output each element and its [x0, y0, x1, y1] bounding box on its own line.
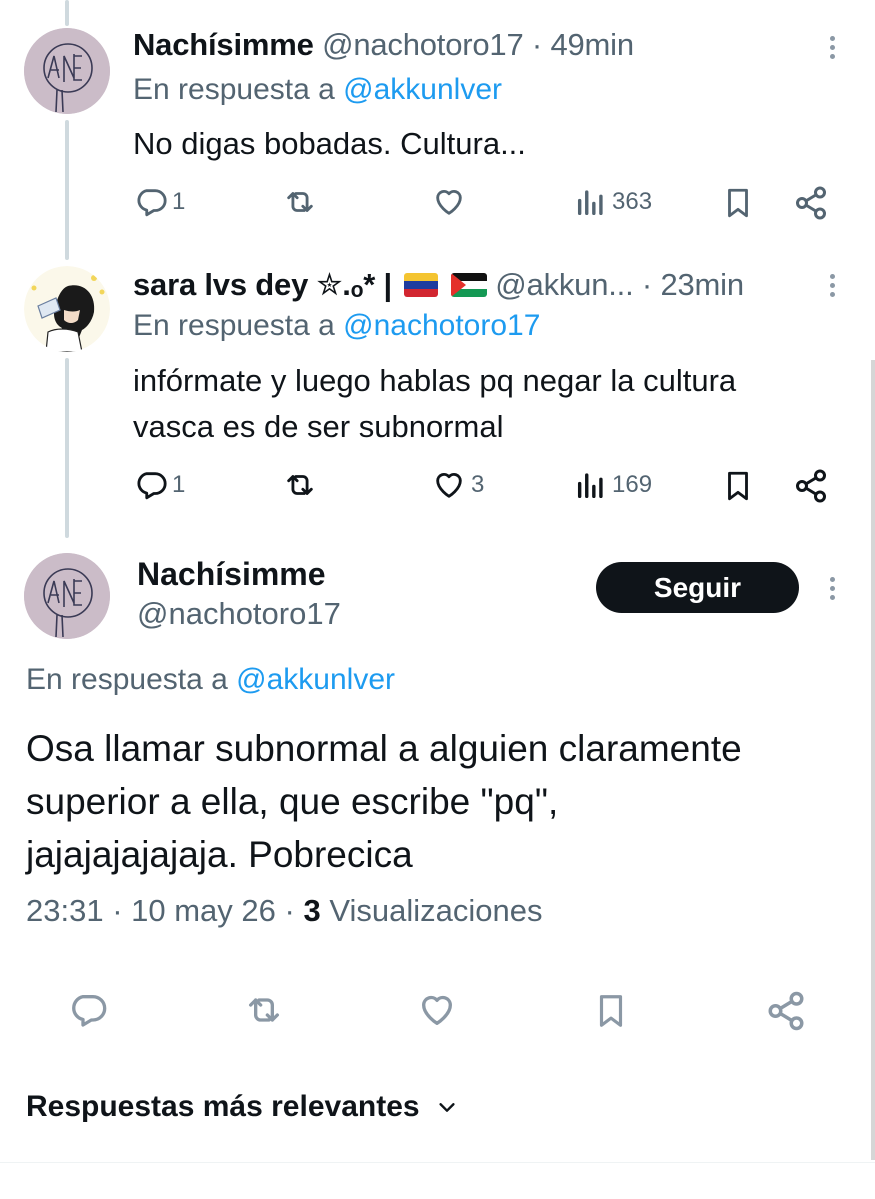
avatar[interactable] — [24, 266, 110, 352]
action-bar — [0, 990, 875, 1030]
chevron-down-icon — [438, 1103, 455, 1112]
reply-to-line: En respuesta a @nachotoro17 — [133, 309, 540, 343]
tweet-header: Nachísimme @nachotoro17 · 49min — [133, 27, 634, 63]
share-icon — [793, 185, 829, 221]
like-icon — [431, 185, 467, 219]
reply-count: 1 — [172, 188, 186, 215]
views-icon — [574, 468, 608, 502]
divider — [0, 1162, 875, 1163]
thread-line-top — [65, 0, 69, 26]
reply-button[interactable]: 1 — [134, 468, 185, 502]
author-handle[interactable]: @nachotoro17 — [322, 27, 524, 62]
avatar[interactable] — [24, 28, 110, 114]
share-icon — [765, 990, 807, 1032]
views-icon — [574, 185, 608, 219]
separator: · — [531, 27, 551, 62]
palestine-flag — [450, 273, 487, 297]
author-name[interactable]: Nachísimme — [133, 27, 314, 62]
tweet-time[interactable]: 49min — [550, 27, 634, 62]
tweet-text: infórmate y luego hablas pq negar la cul… — [133, 358, 736, 450]
action-bar: 1 363 — [0, 185, 875, 225]
reply-label: En respuesta a — [26, 663, 228, 696]
share-button[interactable] — [765, 990, 807, 1032]
tweet-text-line: Osa llamar subnormal a alguien clarament… — [26, 728, 742, 769]
like-button[interactable] — [416, 990, 458, 1030]
replies-sort-dropdown[interactable]: Respuestas más relevantes — [26, 1090, 458, 1124]
retweet-button[interactable] — [242, 990, 286, 1030]
bookmark-button[interactable] — [592, 990, 630, 1032]
author-handle[interactable]: @nachotoro17 — [137, 596, 341, 632]
reply-mention[interactable]: @akkunlver — [236, 663, 395, 696]
share-button[interactable] — [793, 468, 829, 504]
follow-button[interactable]: Seguir — [596, 562, 799, 613]
like-icon — [431, 468, 467, 502]
reply-count: 1 — [172, 471, 186, 498]
bookmark-icon — [721, 185, 755, 221]
reply-mention[interactable]: @nachotoro17 — [343, 309, 540, 342]
views-count: 169 — [612, 471, 653, 498]
bookmark-icon — [592, 990, 630, 1032]
more-icon[interactable] — [827, 274, 837, 301]
share-icon — [793, 468, 829, 504]
views-label: Visualizaciones — [329, 893, 543, 928]
views-count: 3 — [303, 893, 321, 928]
tweet-text: No digas bobadas. Cultura... — [133, 126, 526, 161]
more-icon[interactable] — [827, 36, 837, 63]
like-button[interactable]: 3 — [431, 468, 484, 502]
separator: · — [641, 267, 661, 302]
retweet-icon — [281, 468, 319, 502]
action-bar: 1 3 169 — [0, 468, 875, 508]
tweet-time[interactable]: 23:31 — [26, 893, 104, 928]
share-button[interactable] — [793, 185, 829, 221]
reply-to-line: En respuesta a @akkunlver — [26, 663, 395, 697]
sort-label: Respuestas más relevantes — [26, 1090, 420, 1123]
like-count: 3 — [471, 471, 485, 498]
tweet-text-line: jajajajajajaja. Pobrecica — [26, 834, 413, 875]
retweet-button[interactable] — [281, 468, 319, 502]
views-button[interactable]: 363 — [574, 185, 652, 219]
venezuela-flag — [404, 273, 439, 297]
bookmark-icon — [721, 468, 755, 504]
tweet-timestamp: 23:31 · 10 may 26 · 3 Visualizaciones — [26, 893, 542, 929]
reply-icon — [68, 990, 108, 1030]
author-name[interactable]: sara lvs dey ✮.ₒ* | — [133, 267, 392, 302]
bookmark-button[interactable] — [721, 185, 755, 221]
bookmark-button[interactable] — [721, 468, 755, 504]
tweet-header: sara lvs dey ✮.ₒ* | @akkun... · 23min — [133, 267, 744, 303]
tweet-text-line: superior a ella, que escribe "pq", — [26, 781, 559, 822]
reply-button[interactable] — [68, 990, 108, 1030]
reply-icon — [134, 468, 168, 502]
separator: · — [112, 893, 132, 928]
retweet-icon — [242, 990, 286, 1030]
author-handle[interactable]: @akkun... — [495, 267, 633, 302]
reply-button[interactable]: 1 — [134, 185, 185, 219]
like-icon — [416, 990, 458, 1030]
thread-line-2 — [65, 358, 69, 538]
retweet-icon — [281, 185, 319, 219]
author-name[interactable]: Nachísimme — [137, 556, 326, 593]
reply-mention[interactable]: @akkunlver — [343, 73, 502, 106]
reply-to-line: En respuesta a @akkunlver — [133, 73, 502, 107]
more-icon[interactable] — [827, 577, 837, 604]
reply-label: En respuesta a — [133, 73, 335, 106]
tweet-text: Osa llamar subnormal a alguien clarament… — [26, 722, 866, 881]
reply-label: En respuesta a — [133, 309, 335, 342]
avatar[interactable] — [24, 553, 110, 639]
reply-icon — [134, 185, 168, 219]
tweet-text-line: vasca es de ser subnormal — [133, 409, 504, 444]
tweet-time[interactable]: 23min — [660, 267, 744, 302]
separator: · — [284, 893, 304, 928]
like-button[interactable] — [431, 185, 467, 219]
views-count: 363 — [612, 188, 653, 215]
retweet-button[interactable] — [281, 185, 319, 219]
tweet-date[interactable]: 10 may 26 — [131, 893, 276, 928]
views-button[interactable]: 169 — [574, 468, 652, 502]
tweet-text-line: infórmate y luego hablas pq negar la cul… — [133, 363, 737, 398]
